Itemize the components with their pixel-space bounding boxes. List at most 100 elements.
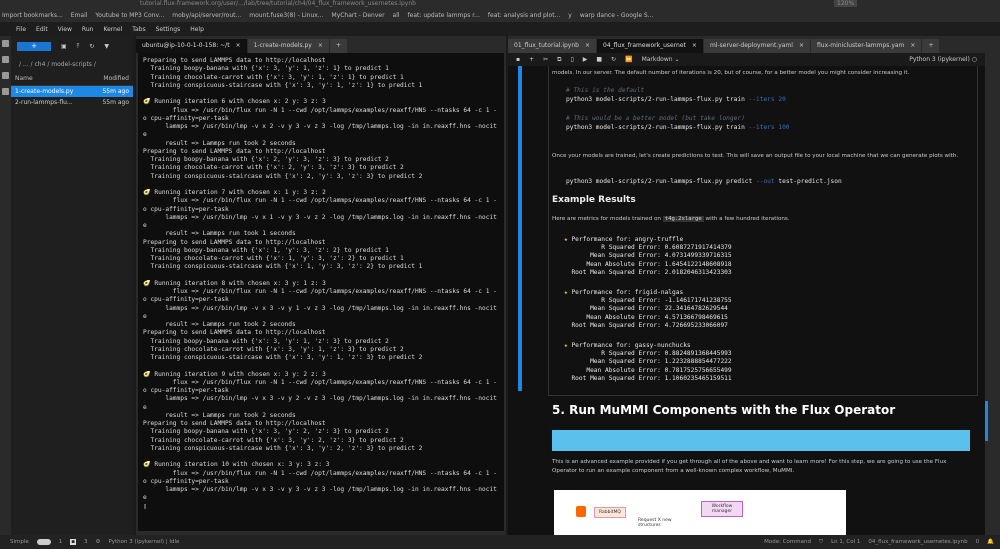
menu-tabs[interactable]: Tabs	[132, 26, 145, 33]
terminal-cursor: ▯	[143, 502, 147, 510]
tab-notebook[interactable]: ml-server-deployment.yaml ×	[703, 39, 810, 53]
running-icon[interactable]	[2, 56, 9, 63]
tab-notebook[interactable]: flux-minicluster-lammps.yam ×	[810, 39, 922, 53]
close-icon[interactable]: ×	[318, 42, 323, 50]
diagram-request: Request X new structures	[638, 518, 672, 528]
menu-view[interactable]: View	[58, 26, 72, 33]
bookmark-item[interactable]: mount.fuse3(8) - Linux...	[249, 12, 323, 19]
bookmark-item[interactable]: y	[568, 12, 572, 19]
toc-icon[interactable]	[2, 72, 9, 79]
breadcrumb[interactable]: / ... / ch4 / model-scripts /	[11, 57, 133, 72]
add-tab-button[interactable]: +	[922, 39, 940, 53]
column-name[interactable]: Name	[15, 75, 33, 82]
terminal-line: 🥑 Running iteration 10 with chosen x: 3 …	[143, 461, 330, 469]
scrollbar[interactable]	[985, 401, 988, 441]
zoom-level[interactable]: 120%	[834, 0, 858, 7]
copy-icon[interactable]: ⧉	[557, 56, 561, 64]
tab-label: 1-create-models.py	[253, 42, 312, 49]
tab-label: flux-minicluster-lammps.yam	[816, 42, 905, 49]
bookmark-item[interactable]: moby/api/server/rout...	[172, 12, 241, 19]
terminal-output[interactable]: Preparing to send LAMMPS data to http://…	[138, 53, 504, 531]
code-block: # This would be a better model (but take…	[566, 115, 790, 131]
terminal-line: e	[143, 222, 147, 229]
close-icon[interactable]: ×	[910, 42, 915, 50]
file-item[interactable]: 2-run-lammps-flu... 55m ago	[11, 97, 133, 108]
menu-help[interactable]: Help	[190, 26, 204, 33]
bell-icon[interactable]: 🔔	[987, 539, 994, 545]
add-cell-icon[interactable]: +	[529, 56, 534, 63]
new-folder-icon[interactable]: ▣	[61, 43, 67, 50]
terminal-line: o cpu-affinity=per-task	[143, 296, 229, 304]
browser-url-bar[interactable]: tutorial.flux-framework.org/user/.../lab…	[0, 0, 1000, 9]
stop-icon[interactable]: ■	[596, 56, 602, 63]
heading-mummi: 5. Run MuMMI Components with the Flux Op…	[552, 403, 896, 417]
terminal-line: Training conspicuous-staircase with {'x'…	[143, 81, 423, 89]
run-all-icon[interactable]: ⏩	[625, 56, 632, 63]
run-icon[interactable]: ▶	[583, 56, 588, 63]
menu-bar: File Edit View Run Kernel Tabs Settings Help	[0, 22, 1000, 36]
menu-settings[interactable]: Settings	[156, 26, 181, 33]
current-file: 04_flux_framework_usernetes.ipynb	[868, 539, 968, 545]
filter-icon[interactable]: ▼	[104, 43, 109, 50]
upload-icon[interactable]: ⤒	[77, 43, 80, 51]
tab-notebook[interactable]: 01_flux_tutorial.ipynb ×	[508, 39, 596, 53]
terminal-line: o cpu-affinity=per-task	[143, 205, 229, 213]
terminal-count[interactable]: 1	[59, 539, 63, 545]
terminal-line: e	[143, 494, 147, 502]
add-tab-button[interactable]: +	[329, 39, 347, 53]
terminal-line: Training boopy-banana with {'x': 3, 'y':…	[143, 337, 389, 345]
bookmark-item[interactable]: feat: update lammps r...	[408, 12, 480, 19]
metric-row: Root Mean Squared Error: 1.1060235465159…	[564, 374, 732, 382]
file-item[interactable]: 1-create-models.py 55m ago	[11, 86, 133, 97]
refresh-icon[interactable]: ↻	[89, 43, 94, 50]
close-icon[interactable]: ×	[799, 42, 804, 50]
simple-mode-label: Simple	[10, 539, 29, 545]
cut-icon[interactable]: ✂	[543, 56, 548, 63]
paragraph: Here are metrics for models trained on t…	[552, 216, 790, 222]
simple-mode-toggle[interactable]	[36, 539, 51, 545]
tab-create-models[interactable]: 1-create-models.py ×	[247, 39, 329, 53]
tab-notebook[interactable]: 04_flux_framework_usernet ×	[597, 39, 703, 53]
save-icon[interactable]: ▪	[516, 56, 520, 63]
bookmark-item[interactable]: MyChart - Denver	[332, 12, 385, 19]
terminal-line: lammps => /usr/bin/lmp -v x 2 -v y 3 -v …	[143, 123, 497, 130]
notebook-content[interactable]: models. In our server. The default numbe…	[508, 66, 985, 535]
bookmark-item[interactable]: Youtube to MP3 Conv...	[95, 12, 164, 19]
restart-icon[interactable]: ↻	[611, 56, 616, 63]
status-bar: Simple 1 ▪ 3 ⚙ Python 3 (ipykernel) | Idle …	[0, 535, 1000, 549]
shield-icon: ⛉	[818, 538, 824, 545]
menu-edit[interactable]: Edit	[36, 26, 48, 33]
tab-terminal[interactable]: ubuntu@ip-10-0-1-0-158: ~/t ×	[136, 39, 247, 53]
close-icon[interactable]: ×	[236, 42, 241, 50]
column-modified[interactable]: Modified	[103, 75, 129, 82]
folder-icon[interactable]	[2, 40, 9, 47]
gear-icon[interactable]: ⚙	[96, 539, 101, 545]
performance-name: Performance for: frigid-nalgas	[571, 289, 684, 296]
file-name: 1-create-models.py	[15, 88, 74, 95]
bookmark-item[interactable]: warp dance - Google S...	[580, 12, 654, 19]
bookmark-item[interactable]: Email	[71, 12, 88, 19]
bookmark-item[interactable]: feat: analysis and plot...	[488, 12, 560, 19]
bookmark-item[interactable]: Import bookmarks...	[2, 12, 63, 19]
metric-row: Root Mean Squared Error: 4.7266952330660…	[564, 321, 728, 329]
new-launcher-button[interactable]: +	[17, 42, 51, 51]
cell-type-select[interactable]: Markdown ⌄	[642, 56, 680, 63]
menu-run[interactable]: Run	[82, 26, 94, 33]
kernel-status[interactable]: Python 3 (ipykernel) | Idle	[108, 539, 179, 545]
close-icon[interactable]: ×	[692, 42, 697, 50]
terminal-line: o cpu-affinity=per-task	[143, 114, 229, 122]
close-icon[interactable]: ×	[585, 42, 590, 50]
extension-icon[interactable]	[2, 88, 9, 95]
terminal-line: Preparing to send LAMMPS data to http://…	[143, 57, 326, 64]
bookmark-item[interactable]: all	[393, 12, 400, 19]
url-text[interactable]: tutorial.flux-framework.org/user/.../lab…	[140, 0, 416, 7]
file-name: 2-run-lammps-flu...	[15, 99, 73, 106]
kernel-indicator[interactable]: Python 3 (ipykernel) ○	[909, 56, 977, 63]
paste-icon[interactable]: ▯	[570, 56, 573, 63]
menu-kernel[interactable]: Kernel	[103, 26, 122, 33]
menu-file[interactable]: File	[16, 26, 26, 33]
kernel-count-value[interactable]: 3	[84, 539, 88, 545]
cursor-position[interactable]: Ln 1, Col 1	[831, 539, 860, 545]
terminal-line: Training conspicuous-staircase with {'x'…	[143, 172, 423, 180]
kernel-count[interactable]: ▪	[70, 539, 77, 545]
